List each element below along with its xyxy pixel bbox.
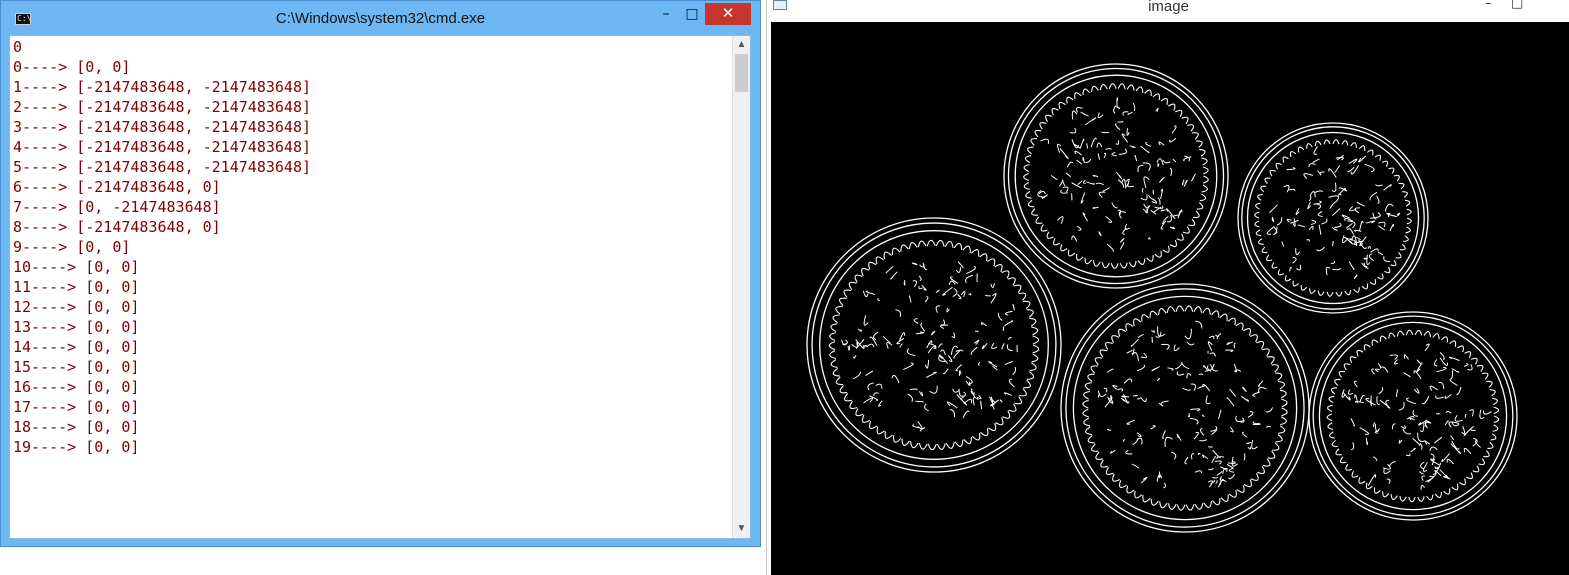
maximize-button[interactable]: □ [679,3,705,25]
image-titlebar[interactable]: image – □ [767,0,1569,22]
scroll-down-arrow[interactable]: ▼ [733,520,750,538]
console-line: 0 [13,38,23,56]
console-line: 6----> [-2147483648, 0] [13,178,221,196]
close-button[interactable]: ✕ [705,3,751,25]
console-line: 10----> [0, 0] [13,258,140,276]
console-line: 14----> [0, 0] [13,338,140,356]
console-line: 11----> [0, 0] [13,278,140,296]
console-line: 0----> [0, 0] [13,58,131,76]
console-line: 19----> [0, 0] [13,438,140,456]
coin-edge [1003,63,1229,289]
minimize-button[interactable]: – [653,3,679,25]
console-output: 0 0----> [0, 0] 1----> [-2147483648, -2147… [13,38,728,538]
edge-image-canvas [771,22,1569,575]
console-line: 1----> [-2147483648, -2147483648] [13,78,312,96]
cmd-window-title: C:\Windows\system32\cmd.exe [275,10,486,27]
desktop: C:\ C:\Windows\system32\cmd.exe – □ ✕ 00… [0,0,1569,575]
console-line: 9----> [0, 0] [13,238,131,256]
scroll-up-arrow[interactable]: ▲ [733,36,750,54]
coins-edge-image [806,63,1518,533]
console-area[interactable]: 0 0----> [0, 0] 1----> [-2147483648, -2147… [9,35,751,539]
console-line: 18----> [0, 0] [13,418,140,436]
console-line: 13----> [0, 0] [13,318,140,336]
coin-edge [1060,283,1310,533]
vertical-scrollbar[interactable]: ▲ ▼ [732,36,750,538]
image-window[interactable]: image – □ [766,0,1569,575]
cmd-titlebar[interactable]: C:\ C:\Windows\system32\cmd.exe – □ ✕ [1,1,760,35]
console-line: 5----> [-2147483648, -2147483648] [13,158,312,176]
console-line: 16----> [0, 0] [13,378,140,396]
console-line: 17----> [0, 0] [13,398,140,416]
minimize-button[interactable]: – [1485,0,1492,11]
coin-edge [1237,122,1429,314]
console-line: 7----> [0, -2147483648] [13,198,221,216]
coin-edge [1308,311,1518,521]
image-window-title: image [1148,0,1189,15]
console-line: 3----> [-2147483648, -2147483648] [13,118,312,136]
cmd-window[interactable]: C:\ C:\Windows\system32\cmd.exe – □ ✕ 00… [0,0,761,547]
coin-edge [806,217,1062,473]
maximize-button[interactable]: □ [1511,0,1523,11]
console-line: 4----> [-2147483648, -2147483648] [13,138,312,156]
console-line: 12----> [0, 0] [13,298,140,316]
console-line: 8----> [-2147483648, 0] [13,218,221,236]
scrollbar-thumb[interactable] [735,54,748,92]
console-line: 2----> [-2147483648, -2147483648] [13,98,312,116]
console-line: 15----> [0, 0] [13,358,140,376]
